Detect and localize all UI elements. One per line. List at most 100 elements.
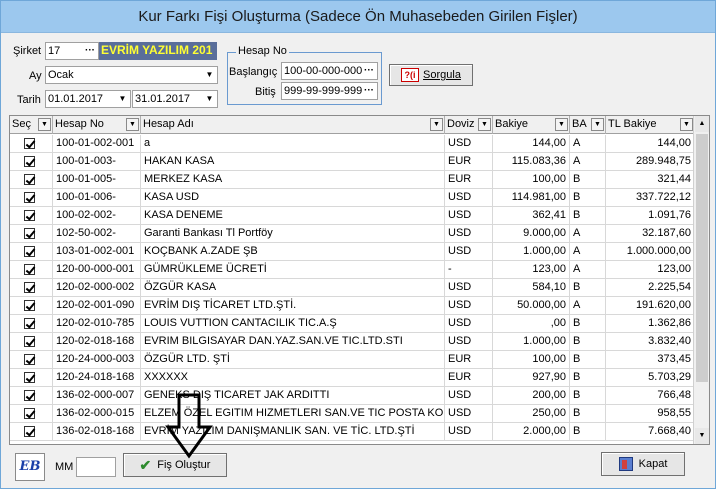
table-row[interactable]: 100-01-005- MERKEZ KASA EUR 100,00 B 321,44 [10,171,695,189]
row-checkbox[interactable] [24,300,35,311]
hesap-adi-cell: ÖZGÜR KASA [141,279,445,296]
tl-bakiye-cell: 1.000.000,00 [606,243,695,260]
row-checkbox[interactable] [24,210,35,221]
ba-cell: B [570,171,606,188]
table-row[interactable]: 100-02-002- KASA DENEME USD 362,41 B 1.091,76 [10,207,695,225]
ba-cell: B [570,387,606,404]
row-checkbox[interactable] [24,390,35,401]
filter-icon[interactable]: ▼ [430,118,443,131]
row-checkbox[interactable] [24,354,35,365]
kapat-button[interactable]: Kapat [601,452,685,476]
select-cell [10,243,53,260]
hesap-no-cell: 120-02-018-168 [53,333,141,350]
column-header-tl-bakiye[interactable]: TL Bakiye ▼ [606,116,695,134]
filter-icon[interactable]: ▼ [680,118,693,131]
tl-bakiye-cell: 321,44 [606,171,695,188]
checkmark-icon: ✔ [139,456,152,473]
ay-select[interactable]: Ocak ▼ [45,66,218,84]
row-checkbox[interactable] [24,138,35,149]
baslangic-value: 100-00-000-000 [284,65,363,77]
table-row[interactable]: 100-01-002-001 a USD 144,00 A 144,00 [10,135,695,153]
annotation-arrow-icon [165,393,213,459]
select-cell [10,351,53,368]
ba-cell: A [570,243,606,260]
baslangic-lookup-icon[interactable]: ··· [364,63,374,79]
table-row[interactable]: 120-24-000-003 ÖZGÜR LTD. ŞTİ EUR 100,00 B 37… [10,351,695,369]
table-row[interactable]: 136-02-018-168 EVRİM YAZILIM DANIŞMANLIK … [10,423,695,441]
scroll-thumb[interactable] [696,134,708,382]
filter-icon[interactable]: ▼ [126,118,139,131]
sirket-code-field[interactable]: 17 ··· [45,42,99,60]
row-checkbox[interactable] [24,282,35,293]
row-checkbox[interactable] [24,336,35,347]
ba-cell: B [570,351,606,368]
vertical-scrollbar[interactable]: ▲ ▼ [693,116,709,444]
row-checkbox[interactable] [24,192,35,203]
column-header-hesap-adi[interactable]: Hesap Adı ▼ [141,116,445,134]
row-checkbox[interactable] [24,372,35,383]
row-checkbox[interactable] [24,318,35,329]
table-row[interactable]: 136-02-000-015 ELZEM ÖZEL EGITIM HIZMETLE… [10,405,695,423]
sirket-lookup-icon[interactable]: ··· [85,43,95,59]
table-row[interactable]: 120-00-000-001 GÜMRÜKLEME ÜCRETİ -123,00 A 1… [10,261,695,279]
select-cell [10,333,53,350]
row-checkbox[interactable] [24,156,35,167]
scroll-down-icon[interactable]: ▼ [695,428,709,444]
table-row[interactable]: 100-01-003- HAKAN KASA EUR 115.083,36 A 289.9… [10,153,695,171]
hesap-no-cell: 136-02-000-007 [53,387,141,404]
table-row[interactable]: 120-02-000-002 ÖZGÜR KASA USD 584,10 B 2.225,… [10,279,695,297]
chevron-down-icon[interactable]: ▼ [202,67,217,83]
scroll-up-icon[interactable]: ▲ [695,116,709,132]
row-checkbox[interactable] [24,264,35,275]
column-header-hesap-no[interactable]: Hesap No ▼ [53,116,141,134]
bitis-field[interactable]: 999-99-999-999 ··· [281,82,378,100]
chevron-down-icon[interactable]: ▼ [202,91,217,107]
column-header-sec[interactable]: Seç ▼ [10,116,53,134]
bitis-lookup-icon[interactable]: ··· [364,83,374,99]
filter-icon[interactable]: ▼ [591,118,604,131]
row-checkbox[interactable] [24,426,35,437]
bitis-label: Bitiş [255,86,276,98]
row-checkbox[interactable] [24,246,35,257]
mm-input[interactable] [76,457,116,477]
tl-bakiye-cell: 766,48 [606,387,695,404]
ba-cell: A [570,135,606,152]
doviz-cell: USD [445,315,493,332]
filter-icon[interactable]: ▼ [555,118,568,131]
hesap-no-cell: 100-01-005- [53,171,141,188]
tarih-end-field[interactable]: 31.01.2017 ▼ [132,90,218,108]
column-header-bakiye[interactable]: Bakiye ▼ [493,116,570,134]
filter-icon[interactable]: ▼ [38,118,51,131]
hesap-adi-cell: Garanti Bankası Tl Portföy [141,225,445,242]
column-header-doviz[interactable]: Doviz ▼ [445,116,493,134]
bakiye-cell: 115.083,36 [493,153,570,170]
hesap-adi-cell: a [141,135,445,152]
baslangic-field[interactable]: 100-00-000-000 ··· [281,62,378,80]
select-cell [10,297,53,314]
filter-icon[interactable]: ▼ [478,118,491,131]
table-row[interactable]: 102-50-002- Garanti Bankası Tl Portföy USD… [10,225,695,243]
table-row[interactable]: 120-02-001-090 EVRİM DIŞ TİCARET LTD.ŞTİ.… [10,297,695,315]
doviz-cell: USD [445,405,493,422]
tl-bakiye-cell: 5.703,29 [606,369,695,386]
hesap-adi-cell: KASA DENEME [141,207,445,224]
tl-bakiye-cell: 123,00 [606,261,695,278]
tl-bakiye-cell: 3.832,40 [606,333,695,350]
row-checkbox[interactable] [24,228,35,239]
table-row[interactable]: 120-02-018-168 EVRIM BILGISAYAR DAN.YAZ.S… [10,333,695,351]
tarih-start-field[interactable]: 01.01.2017 ▼ [45,90,131,108]
column-header-ba[interactable]: BA ▼ [570,116,606,134]
tl-bakiye-cell: 373,45 [606,351,695,368]
ba-cell: A [570,297,606,314]
chevron-down-icon[interactable]: ▼ [115,91,130,107]
row-checkbox[interactable] [24,408,35,419]
select-cell [10,171,53,188]
table-row[interactable]: 136-02-000-007 GENEKS DIŞ TICARET JAK ARD… [10,387,695,405]
row-checkbox[interactable] [24,174,35,185]
sorgula-button[interactable]: ?(i Sorgula [389,64,473,86]
table-row[interactable]: 120-02-010-785 LOUIS VUTTION CANTACILIK T… [10,315,695,333]
table-row[interactable]: 120-24-018-168 XXXXXX EUR 927,90 B 5.703,29 [10,369,695,387]
table-row[interactable]: 103-01-002-001 KOÇBANK A.ZADE ŞB USD 1.000,… [10,243,695,261]
table-row[interactable]: 100-01-006- KASA USD USD 114.981,00 B 337.722… [10,189,695,207]
hesap-adi-cell: MERKEZ KASA [141,171,445,188]
